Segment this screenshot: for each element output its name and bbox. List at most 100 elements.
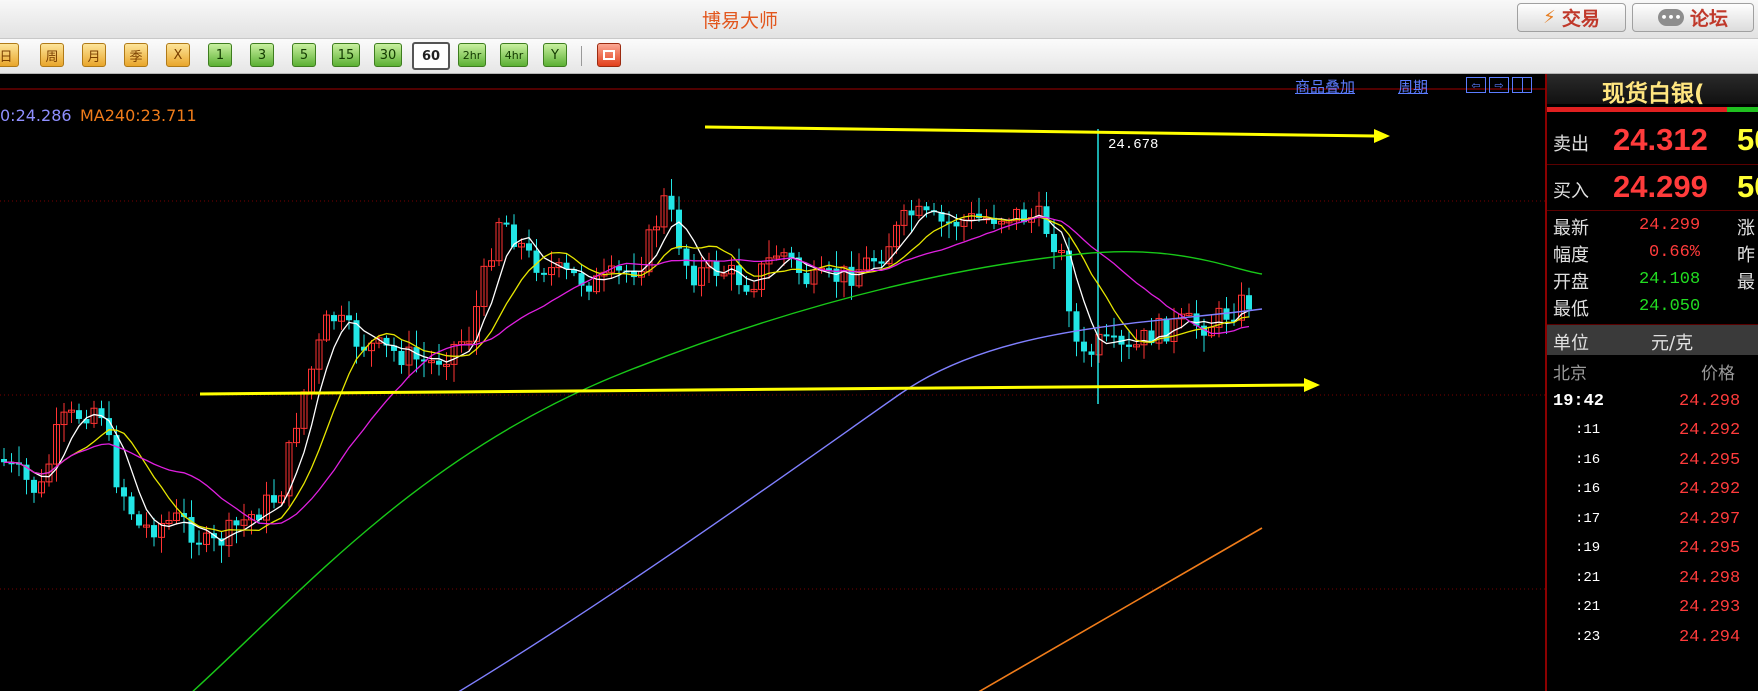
candle-body [151, 525, 157, 538]
forum-button[interactable]: ••• 论坛 [1632, 3, 1754, 32]
candle-body [713, 261, 720, 276]
trade-time: :11 [1575, 422, 1601, 438]
trade-price: 24.298 [1679, 392, 1741, 411]
open-label: 开盘 [1553, 272, 1589, 293]
period-30min-button[interactable]: 30 [374, 43, 402, 67]
candle-body [908, 210, 915, 216]
sell-label: 卖出 [1553, 134, 1589, 155]
trade-time: :16 [1575, 452, 1601, 468]
trade-row: :23 24.294 [1547, 623, 1758, 656]
app-title: 博易大师 [701, 10, 778, 32]
candle-body [346, 315, 352, 321]
panel-header: 现货白银( [1547, 74, 1758, 107]
buy-price[interactable]: 24.299 [1613, 169, 1708, 205]
trade-time: 19:42 [1553, 392, 1605, 411]
trade-price: 24.292 [1679, 421, 1741, 440]
unit-row: 单位 元/克 [1547, 325, 1758, 355]
period-15min-button[interactable]: 15 [332, 43, 360, 67]
kline-chart[interactable]: 商品叠加 周期 ⇦ ⇨ 0:24.286 MA240:23.711 24.678 [0, 74, 1545, 691]
trade-time: :19 [1575, 540, 1601, 556]
candle-body [503, 222, 510, 225]
candle-body [871, 258, 877, 262]
candle-body [398, 350, 405, 366]
candle-body [1246, 295, 1252, 310]
layout-icon[interactable] [1512, 77, 1532, 93]
chat-bubble-icon: ••• [1657, 9, 1684, 26]
latest-label: 最新 [1553, 218, 1589, 239]
candle-body [1051, 233, 1057, 253]
ma5-line [4, 210, 1250, 542]
candle-body [76, 410, 82, 419]
candle-body [331, 315, 337, 322]
unit-value: 元/克 [1651, 333, 1694, 354]
trade-row: :19 24.295 [1547, 534, 1758, 567]
candle-body [121, 487, 127, 497]
sell-strength-bar [1547, 107, 1727, 112]
forum-button-label: 论坛 [1689, 8, 1728, 30]
candle-body [683, 248, 690, 266]
trade-price: 24.293 [1679, 598, 1741, 617]
period-x-button[interactable]: X [166, 43, 190, 67]
buy-quantity: 50 [1737, 169, 1758, 204]
trade-price: 24.294 [1679, 628, 1741, 647]
candle-body [586, 285, 592, 292]
period-4hr-button[interactable]: 4hr [500, 43, 528, 67]
candle-body [691, 265, 697, 286]
candle-body [668, 195, 675, 210]
period-link[interactable]: 周期 [1398, 76, 1428, 97]
candle-body [1126, 344, 1132, 347]
range-value: 0.66% [1649, 243, 1701, 262]
support-trend-line [199, 383, 1307, 396]
peak-price-label: 24.678 [1108, 137, 1159, 153]
toolbar-separator [581, 46, 582, 66]
candle-body [436, 360, 442, 365]
unit-label: 单位 [1553, 333, 1589, 354]
trade-time: :23 [1575, 629, 1601, 645]
candle-body [1073, 311, 1080, 342]
scroll-right-icon[interactable]: ⇨ [1489, 77, 1509, 93]
trade-price: 24.298 [1679, 569, 1741, 588]
trade-price: 24.292 [1679, 480, 1741, 499]
sell-price[interactable]: 24.312 [1613, 122, 1708, 158]
period-day-button[interactable]: 日 [0, 43, 19, 67]
period-60min-button[interactable]: 60 [412, 42, 450, 70]
candle-body [743, 285, 750, 292]
trade-button[interactable]: ⚡ 交易 [1517, 3, 1626, 32]
sell-quantity: 50 [1737, 122, 1758, 157]
low-label: 最低 [1553, 299, 1589, 320]
period-2hr-button[interactable]: 2hr [458, 43, 486, 67]
commodity-overlay-link[interactable]: 商品叠加 [1295, 76, 1355, 97]
resistance-trend-line-arrowhead [1374, 129, 1390, 143]
candle-body [233, 520, 240, 526]
candle-body [196, 542, 202, 545]
ma240-label: MA240:23.711 [80, 106, 197, 125]
trade-row: :11 24.292 [1547, 416, 1758, 449]
period-3min-button[interactable]: 3 [250, 43, 274, 67]
buy-label: 买入 [1553, 181, 1589, 202]
draw-tool-icon[interactable] [597, 43, 621, 67]
period-week-button[interactable]: 周 [40, 43, 64, 67]
trade-price: 24.295 [1679, 539, 1741, 558]
trade-row: :21 24.293 [1547, 593, 1758, 626]
quote-panel: 现货白银( 卖出 24.312 50 买入 24.299 50 最新 24.29… [1545, 74, 1758, 691]
candle-body [271, 495, 277, 503]
candle-body [1088, 351, 1095, 355]
ma120-label: 0:24.286 [0, 106, 72, 125]
divider [1547, 210, 1758, 211]
latest-value: 24.299 [1639, 216, 1701, 235]
candle-body [736, 265, 742, 286]
trade-price: 24.297 [1679, 510, 1741, 529]
candle-body [803, 272, 810, 285]
period-month-button[interactable]: 月 [82, 43, 106, 67]
period-year-button[interactable]: Y [543, 43, 567, 67]
period-toolbar: 日 周 月 季 X 1 3 5 15 30 60 2hr 4hr Y [0, 39, 1758, 74]
candle-body [113, 435, 120, 488]
resistance-trend-line [704, 125, 1377, 138]
divider [1547, 164, 1758, 165]
candle-body [128, 496, 135, 515]
period-quarter-button[interactable]: 季 [124, 43, 148, 67]
candle-body [1081, 341, 1087, 352]
period-1min-button[interactable]: 1 [208, 43, 232, 67]
period-5min-button[interactable]: 5 [292, 43, 316, 67]
scroll-left-icon[interactable]: ⇦ [1466, 77, 1486, 93]
